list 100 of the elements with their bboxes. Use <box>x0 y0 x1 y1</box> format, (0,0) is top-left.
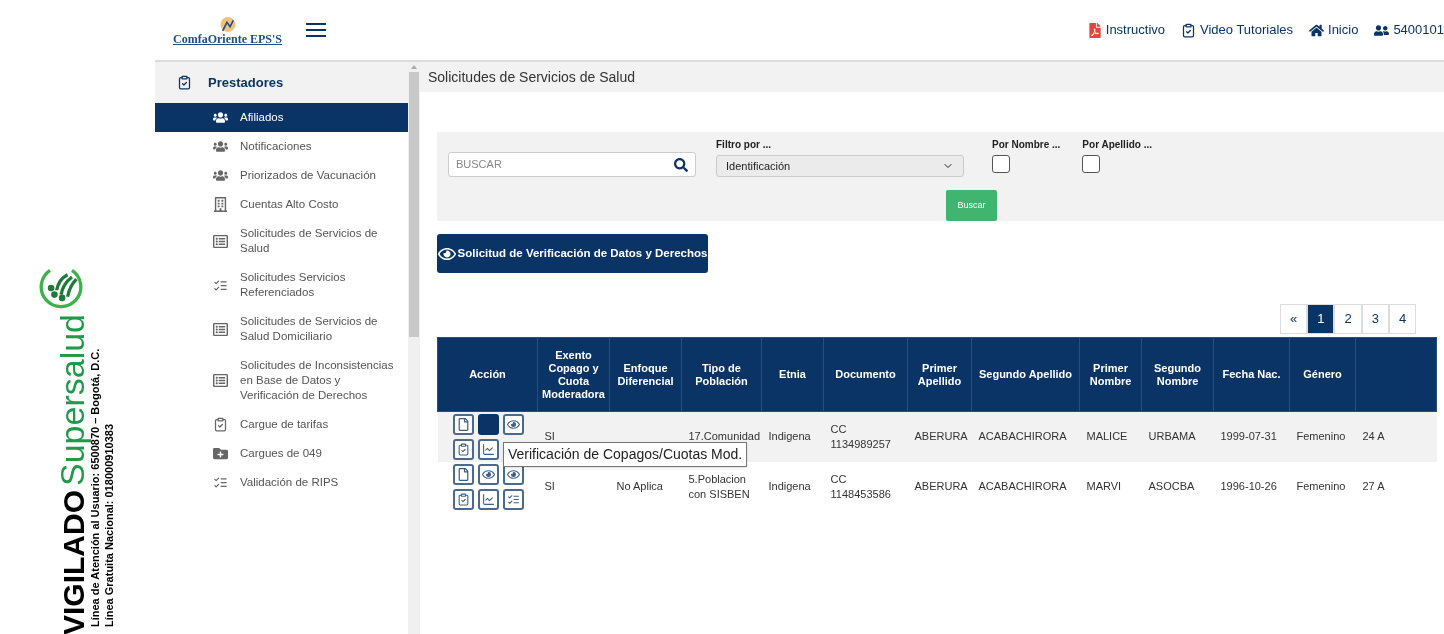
checkbox[interactable] <box>992 155 1010 173</box>
sidebar-item[interactable]: Afiliados <box>155 103 408 132</box>
table-cell: ACABACHIRORA <box>978 430 1067 443</box>
users-icon <box>213 139 228 154</box>
list-icon <box>213 373 228 388</box>
column-header: Tipo de Población <box>681 337 762 412</box>
highlighted-action-button[interactable] <box>477 413 499 435</box>
home-icon <box>1309 22 1324 38</box>
document-icon <box>456 417 470 431</box>
clipboard-check-icon <box>456 492 470 506</box>
sidebar-item[interactable]: Notificaciones <box>155 132 408 161</box>
table-cell: Indigena <box>768 480 811 492</box>
clipboard-check-icon <box>1181 22 1196 38</box>
tooltip: Verificación de Copagos/Cuotas Mod. <box>503 442 748 467</box>
table-cell: 24 A <box>1362 430 1385 443</box>
filter-select[interactable]: Identificación <box>716 155 964 178</box>
building-icon <box>213 197 228 212</box>
page-button[interactable]: 2 <box>1334 304 1362 334</box>
eye-icon <box>506 417 520 431</box>
column-header: Primer Nombre <box>1079 337 1142 412</box>
page-title: Solicitudes de Servicios de Salud <box>420 62 1444 92</box>
table-cell: Femenino <box>1296 480 1346 492</box>
table-cell: CC 1134989257 <box>830 422 891 450</box>
clipboard-check-button[interactable] <box>452 438 474 460</box>
nav-link[interactable]: 5400101 <box>1374 20 1444 40</box>
table-cell: MARVI <box>1086 480 1122 492</box>
document-icon <box>456 467 470 481</box>
sidebar-item[interactable]: Solicitudes de Servicios de Salud Domiciliario <box>155 307 408 351</box>
list-icon <box>213 321 228 337</box>
column-header: Fecha Nac. <box>1213 337 1290 412</box>
clipboard-check-button[interactable] <box>452 488 474 510</box>
nav-link[interactable]: Instructivo <box>1087 20 1165 40</box>
sidebar-scrollbar[interactable] <box>408 62 420 634</box>
search-field[interactable]: BUSCAR <box>448 152 696 177</box>
sidebar-item[interactable]: Cargues de 049 <box>155 439 408 468</box>
eye-button[interactable] <box>477 463 499 485</box>
table-cell: 1996-10-26 <box>1220 480 1277 492</box>
table-cell: ASOCBA <box>1148 480 1195 492</box>
page-button[interactable]: 1 <box>1307 304 1335 334</box>
column-header: Género <box>1289 337 1356 412</box>
table-cell: 17.Comunidad <box>688 430 761 443</box>
table-cell: 27 A <box>1362 480 1385 492</box>
table-cell: No Aplica <box>616 480 663 492</box>
chart-icon <box>481 492 495 506</box>
page-button[interactable]: 4 <box>1388 304 1417 334</box>
column-header: Exento Copago y Cuota Moderadora <box>537 337 610 412</box>
checklist-icon <box>506 492 520 506</box>
sidebar-item[interactable]: Cargue de tarifas <box>155 410 408 439</box>
table-cell: ACABACHIRORA <box>978 480 1067 492</box>
document-button[interactable] <box>452 463 474 485</box>
table-cell: 1999-07-31 <box>1220 430 1277 443</box>
sidebar-item[interactable]: Solicitudes de Servicios de Salud <box>155 219 408 263</box>
column-header: Enfoque Diferencial <box>609 337 682 412</box>
clipboard-check-icon <box>456 442 470 456</box>
verify-request-button[interactable]: Solicitud de Verificación de Datos y Derechos <box>437 234 708 273</box>
chart-button[interactable] <box>477 488 499 510</box>
company-name: ComfaOriente EPS'S <box>173 32 282 45</box>
scrollbar-thumb[interactable] <box>409 72 419 337</box>
sidebar-item[interactable]: Validación de RIPS <box>155 468 408 497</box>
checklist-icon <box>213 475 228 490</box>
seal-label: VIGILADO <box>58 489 89 634</box>
eye-button[interactable] <box>502 413 524 435</box>
checkbox-label: Por Nombre ... <box>992 138 1061 152</box>
page-button[interactable]: « <box>1280 304 1308 334</box>
checkbox-label: Por Apellido ... <box>1082 138 1152 152</box>
sidebar-item[interactable]: Priorizados de Vacunación <box>155 161 408 190</box>
column-header: Acción <box>437 337 538 412</box>
nav-link[interactable]: Inicio <box>1309 20 1359 40</box>
folder-plus-icon <box>213 446 228 461</box>
seal-contact-line: Línea Gratuita Nacional: 018000910383 <box>102 422 116 629</box>
sidebar-item[interactable]: Solicitudes de Inconsistencias en Base de Datos y Verificación de Derechos <box>155 351 408 410</box>
users-icon <box>213 110 228 125</box>
table-cell: MALICE <box>1086 430 1128 443</box>
column-header: Documento <box>823 337 908 412</box>
sidebar-item[interactable]: Cuentas Alto Costo <box>155 190 408 219</box>
column-header: Primer Apellido <box>907 337 972 412</box>
page-button[interactable]: 3 <box>1361 304 1389 334</box>
table-cell: ABERURA <box>914 480 968 492</box>
checklist-icon <box>213 277 228 293</box>
clipboard-check-icon <box>213 417 228 432</box>
document-button[interactable] <box>452 413 474 435</box>
column-header: Segundo Nombre <box>1141 337 1214 412</box>
seal-brand: Supersalud <box>54 313 89 486</box>
eye-icon <box>481 467 495 481</box>
column-header: Etnia <box>761 337 824 412</box>
sidebar-section-header[interactable]: Prestadores <box>155 62 408 103</box>
table-cell: Indigena <box>768 430 811 443</box>
clipboard-check-icon <box>177 75 192 90</box>
nav-link[interactable]: Video Tutoriales <box>1181 20 1293 40</box>
filter-label: Filtro por ... <box>716 138 772 152</box>
search-icon <box>674 157 688 172</box>
column-header: Segundo Apellido <box>971 337 1080 412</box>
table-cell: 5.Poblacion con SISBEN <box>688 472 750 500</box>
table-cell: SI <box>544 480 555 492</box>
chart-button[interactable] <box>477 438 499 460</box>
menu-icon[interactable] <box>306 23 326 37</box>
checkbox[interactable] <box>1082 155 1101 173</box>
checklist-button[interactable] <box>502 488 524 510</box>
sidebar-item[interactable]: Solicitudes Servicios Referenciados <box>155 263 408 307</box>
table-cell: CC 1148453586 <box>830 472 891 500</box>
